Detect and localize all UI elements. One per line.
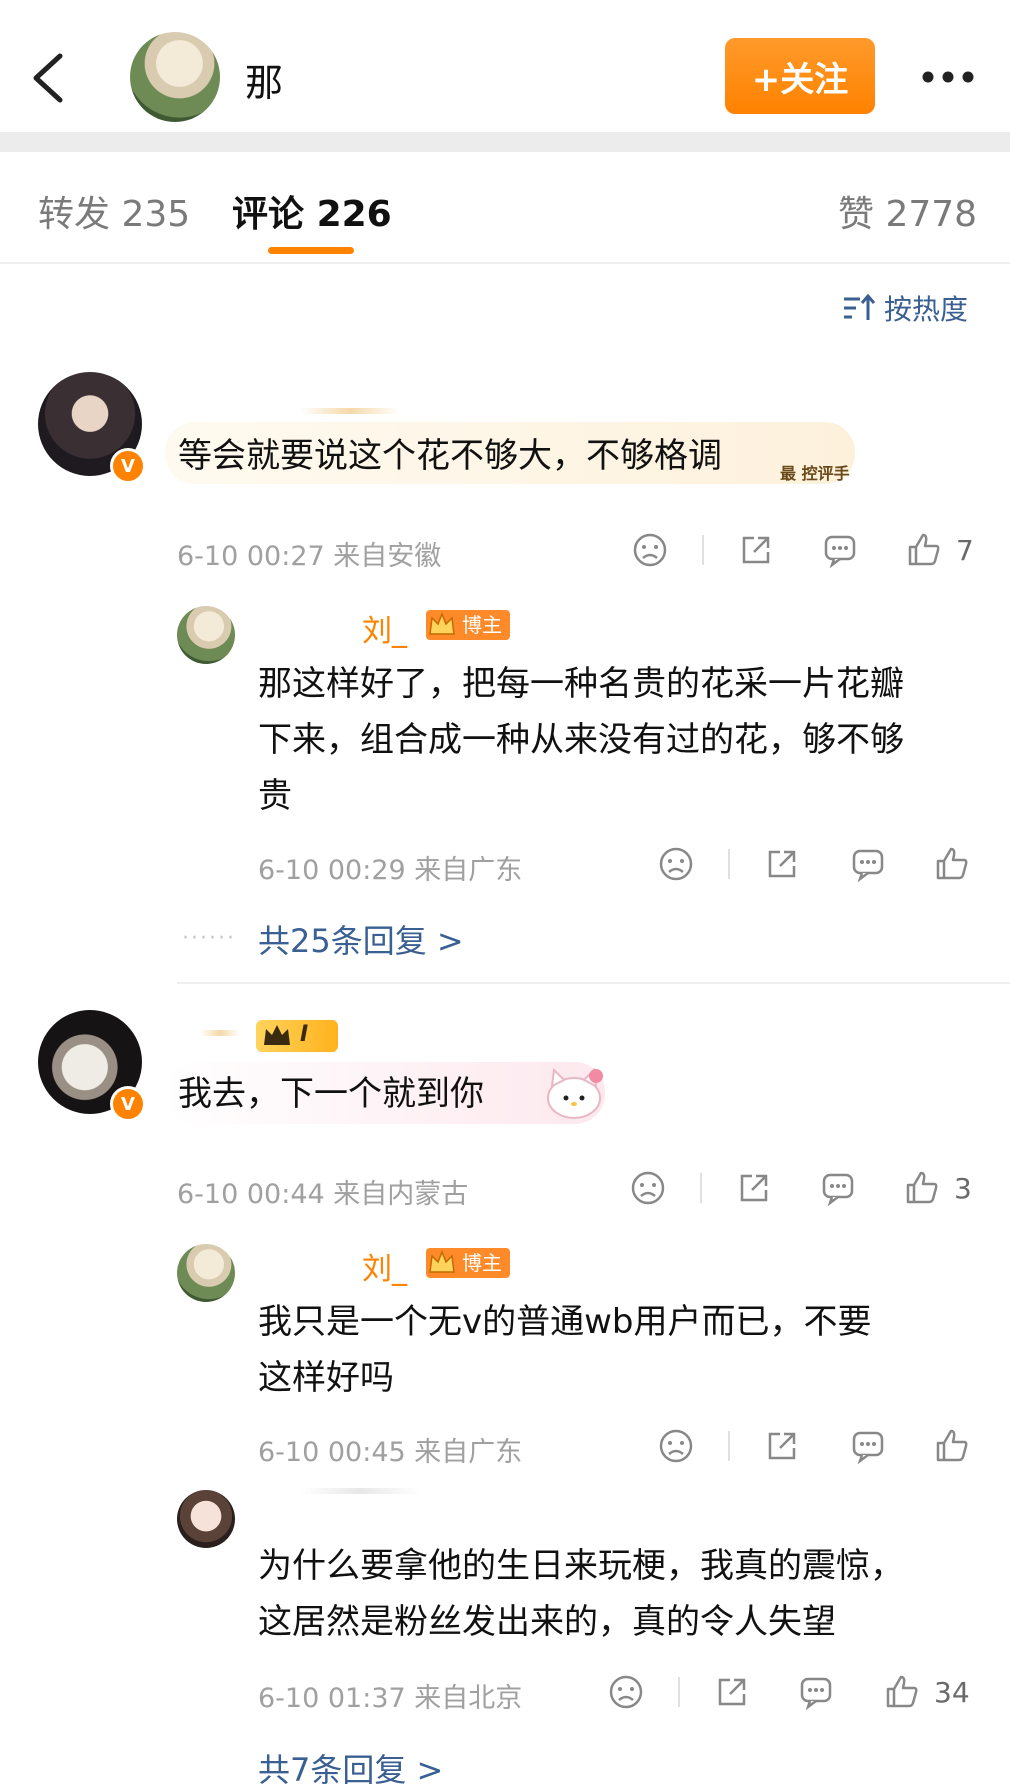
reply-text-line: 为什么要拿他的生日来玩梗，我真的震惊， [258, 1546, 904, 1586]
reply-meta: 6-10 00:45 来自广东 [258, 1430, 522, 1469]
reply-avatar[interactable] [177, 1244, 235, 1302]
hello-kitty-icon [547, 1067, 603, 1119]
reply-location: 来自广东 [414, 855, 523, 886]
comment-time: 6-10 00:44 [177, 1179, 325, 1210]
share-icon[interactable] [714, 1674, 750, 1710]
fan-level-badge: I [256, 1020, 338, 1052]
fan-level-label: I [300, 1022, 309, 1047]
more-options-icon[interactable] [920, 62, 976, 92]
commenter-name-blurred[interactable] [300, 408, 400, 414]
like-thumb-icon[interactable] [884, 1674, 920, 1710]
action-separator [728, 849, 730, 879]
reply-text-line: 贵 [258, 776, 292, 816]
reply-comment-icon[interactable] [850, 1428, 886, 1464]
host-badge-label: 博主 [462, 1251, 502, 1275]
poster-name[interactable]: 那 [245, 52, 283, 107]
comment-meta: 6-10 00:44 来自内蒙古 [177, 1172, 468, 1211]
sort-icon [844, 293, 876, 320]
tab-reposts-label: 转发 [38, 194, 111, 235]
back-arrow-icon[interactable] [28, 50, 68, 106]
reply-text-line: 下来，组合成一种从来没有过的花，够不够 [258, 720, 904, 760]
reply-comment-icon[interactable] [798, 1674, 834, 1710]
tab-likes[interactable]: 赞 2778 [838, 185, 977, 237]
host-badge: 博主 [426, 610, 510, 640]
poster-avatar[interactable] [130, 32, 220, 122]
view-more-replies-link[interactable]: 共25条回复 > [258, 916, 464, 962]
dislike-face-icon[interactable] [630, 1170, 666, 1206]
commenter-title-badge: 最 控评手 [780, 464, 850, 483]
like-thumb-icon[interactable] [906, 532, 942, 568]
reply-meta: 6-10 00:29 来自广东 [258, 848, 522, 887]
host-badge-label: 博主 [462, 613, 502, 637]
reply-text-line: 这样好吗 [258, 1358, 394, 1398]
reply-comment-icon[interactable] [850, 846, 886, 882]
dislike-face-icon[interactable] [632, 532, 668, 568]
reply-time: 6-10 00:29 [258, 855, 406, 886]
tab-likes-count: 2778 [885, 194, 978, 235]
reply-time: 6-10 00:45 [258, 1437, 406, 1468]
reply-text-line: 那这样好了，把每一种名贵的花采一片花瓣 [258, 664, 904, 704]
reply-author-name[interactable]: 刘_ [362, 1244, 407, 1288]
verified-v-badge: V [110, 448, 146, 484]
action-separator [678, 1677, 680, 1707]
reply-comment-icon[interactable] [820, 1170, 856, 1206]
view-more-replies-link[interactable]: 共7条回复 > [258, 1745, 443, 1791]
commenter-name-blurred[interactable] [200, 1030, 240, 1036]
tab-comments[interactable]: 评论 226 [232, 185, 392, 237]
share-icon[interactable] [764, 1428, 800, 1464]
crown-icon [264, 1025, 290, 1045]
sort-label: 按热度 [884, 293, 969, 326]
comment-location: 来自安徽 [333, 541, 442, 572]
share-icon[interactable] [764, 846, 800, 882]
top-bar: 那 +关注 [0, 0, 1010, 132]
reply-location: 来自广东 [414, 1437, 523, 1468]
reply-location: 来自北京 [414, 1683, 523, 1714]
reply-avatar[interactable] [177, 606, 235, 664]
tab-reposts[interactable]: 转发 235 [38, 185, 190, 237]
tab-reposts-count: 235 [121, 194, 191, 235]
dislike-face-icon[interactable] [658, 846, 694, 882]
comment-text: 我去，下一个就到你 [178, 1074, 484, 1114]
action-separator [728, 1431, 730, 1461]
comment-location: 来自内蒙古 [333, 1179, 469, 1210]
host-badge: 博主 [426, 1248, 510, 1278]
share-icon[interactable] [738, 532, 774, 568]
tab-likes-label: 赞 [838, 194, 875, 235]
header-separator [0, 132, 1010, 152]
comment-divider [177, 982, 1010, 984]
follow-button[interactable]: +关注 [725, 38, 875, 114]
like-thumb-icon[interactable] [904, 1170, 940, 1206]
tabs-divider [0, 262, 1010, 264]
action-separator [702, 535, 704, 565]
like-count: 34 [934, 1676, 970, 1709]
reply-text-line: 我只是一个无v的普通wb用户而已，不要 [258, 1302, 872, 1342]
tab-comments-label: 评论 [232, 194, 305, 235]
crown-icon [429, 612, 455, 635]
tab-comments-count: 226 [316, 194, 392, 235]
verified-v-badge: V [110, 1086, 146, 1122]
like-thumb-icon[interactable] [934, 1428, 970, 1464]
like-count: 3 [954, 1172, 972, 1205]
action-separator [700, 1173, 702, 1203]
like-thumb-icon[interactable] [934, 846, 970, 882]
like-count: 7 [956, 534, 974, 567]
replies-ellipsis: ······ [182, 926, 236, 951]
dislike-face-icon[interactable] [658, 1428, 694, 1464]
dislike-face-icon[interactable] [608, 1674, 644, 1710]
comment-text: 等会就要说这个花不够大，不够格调 [178, 436, 722, 476]
reply-text-line: 这居然是粉丝发出来的，真的令人失望 [258, 1602, 836, 1642]
reply-author-name-blurred[interactable] [300, 1488, 420, 1494]
crown-icon [429, 1250, 455, 1273]
sort-toggle[interactable]: 按热度 [842, 288, 968, 328]
reply-meta: 6-10 01:37 来自北京 [258, 1676, 522, 1715]
comment-meta: 6-10 00:27 来自安徽 [177, 534, 441, 573]
comment-time: 6-10 00:27 [177, 541, 325, 572]
reply-time: 6-10 01:37 [258, 1683, 406, 1714]
share-icon[interactable] [736, 1170, 772, 1206]
reply-comment-icon[interactable] [822, 532, 858, 568]
reply-author-name[interactable]: 刘_ [362, 606, 407, 650]
reply-avatar[interactable] [177, 1490, 235, 1548]
active-tab-indicator [268, 247, 354, 254]
